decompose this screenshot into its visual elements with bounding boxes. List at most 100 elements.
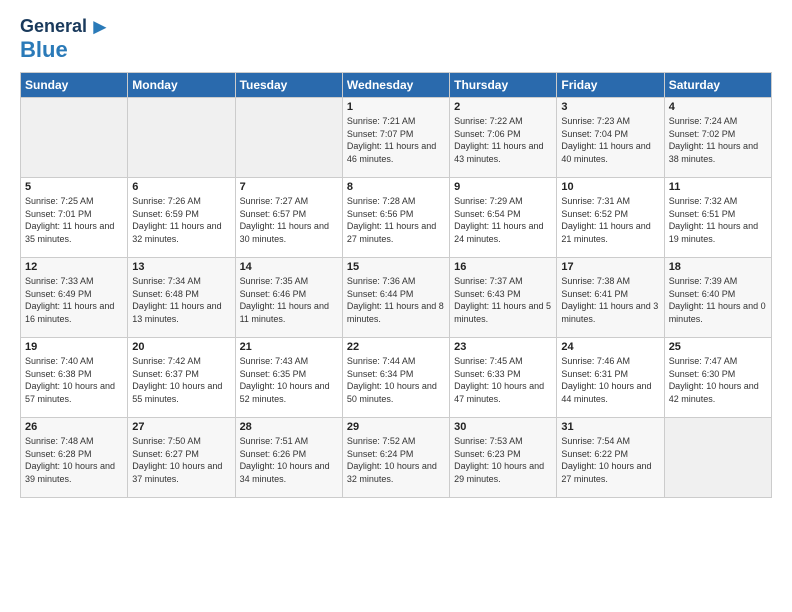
calendar-cell: 13 Sunrise: 7:34 AMSunset: 6:48 PMDayligh… <box>128 258 235 338</box>
logo-general: General <box>20 17 87 37</box>
day-info: Sunrise: 7:24 AMSunset: 7:02 PMDaylight:… <box>669 115 767 165</box>
logo-blue: Blue <box>20 38 68 62</box>
day-number: 24 <box>561 341 659 353</box>
day-info: Sunrise: 7:54 AMSunset: 6:22 PMDaylight:… <box>561 435 659 485</box>
day-info: Sunrise: 7:37 AMSunset: 6:43 PMDaylight:… <box>454 275 552 325</box>
weekday-header-wednesday: Wednesday <box>342 73 449 98</box>
day-number: 21 <box>240 341 338 353</box>
day-number: 31 <box>561 421 659 433</box>
day-info: Sunrise: 7:46 AMSunset: 6:31 PMDaylight:… <box>561 355 659 405</box>
day-number: 17 <box>561 261 659 273</box>
calendar-cell: 15 Sunrise: 7:36 AMSunset: 6:44 PMDayligh… <box>342 258 449 338</box>
day-number: 18 <box>669 261 767 273</box>
calendar-cell: 11 Sunrise: 7:32 AMSunset: 6:51 PMDayligh… <box>664 178 771 258</box>
header: General ► Blue <box>20 16 772 62</box>
calendar-week-row: 12 Sunrise: 7:33 AMSunset: 6:49 PMDayligh… <box>21 258 772 338</box>
day-number: 30 <box>454 421 552 433</box>
calendar-cell: 2Sunrise: 7:22 AMSunset: 7:06 PMDaylight… <box>450 98 557 178</box>
day-info: Sunrise: 7:25 AMSunset: 7:01 PMDaylight:… <box>25 195 123 245</box>
weekday-header-tuesday: Tuesday <box>235 73 342 98</box>
weekday-header-thursday: Thursday <box>450 73 557 98</box>
calendar-cell: 29 Sunrise: 7:52 AMSunset: 6:24 PMDayligh… <box>342 418 449 498</box>
day-info: Sunrise: 7:29 AMSunset: 6:54 PMDaylight:… <box>454 195 552 245</box>
day-number: 12 <box>25 261 123 273</box>
calendar-cell: 24 Sunrise: 7:46 AMSunset: 6:31 PMDayligh… <box>557 338 664 418</box>
day-number: 6 <box>132 181 230 193</box>
calendar-cell: 6 Sunrise: 7:26 AMSunset: 6:59 PMDaylight… <box>128 178 235 258</box>
day-number: 23 <box>454 341 552 353</box>
day-info: Sunrise: 7:51 AMSunset: 6:26 PMDaylight:… <box>240 435 338 485</box>
calendar-cell: 5 Sunrise: 7:25 AMSunset: 7:01 PMDaylight… <box>21 178 128 258</box>
calendar-cell: 3 Sunrise: 7:23 AMSunset: 7:04 PMDaylight… <box>557 98 664 178</box>
day-number: 8 <box>347 181 445 193</box>
day-info: Sunrise: 7:36 AMSunset: 6:44 PMDaylight:… <box>347 275 445 325</box>
calendar-cell: 28 Sunrise: 7:51 AMSunset: 6:26 PMDayligh… <box>235 418 342 498</box>
day-info: Sunrise: 7:27 AMSunset: 6:57 PMDaylight:… <box>240 195 338 245</box>
day-number: 10 <box>561 181 659 193</box>
day-number: 5 <box>25 181 123 193</box>
day-info: Sunrise: 7:38 AMSunset: 6:41 PMDaylight:… <box>561 275 659 325</box>
day-info: Sunrise: 7:45 AMSunset: 6:33 PMDaylight:… <box>454 355 552 405</box>
calendar-cell: 22Sunrise: 7:44 AMSunset: 6:34 PMDayligh… <box>342 338 449 418</box>
day-info: Sunrise: 7:42 AMSunset: 6:37 PMDaylight:… <box>132 355 230 405</box>
day-number: 14 <box>240 261 338 273</box>
calendar-cell: 16 Sunrise: 7:37 AMSunset: 6:43 PMDayligh… <box>450 258 557 338</box>
day-info: Sunrise: 7:28 AMSunset: 6:56 PMDaylight:… <box>347 195 445 245</box>
day-number: 13 <box>132 261 230 273</box>
calendar-cell: 25Sunrise: 7:47 AMSunset: 6:30 PMDayligh… <box>664 338 771 418</box>
calendar-week-row: 26Sunrise: 7:48 AMSunset: 6:28 PMDayligh… <box>21 418 772 498</box>
calendar-cell: 8 Sunrise: 7:28 AMSunset: 6:56 PMDaylight… <box>342 178 449 258</box>
day-info: Sunrise: 7:43 AMSunset: 6:35 PMDaylight:… <box>240 355 338 405</box>
day-number: 7 <box>240 181 338 193</box>
day-number: 15 <box>347 261 445 273</box>
day-number: 28 <box>240 421 338 433</box>
weekday-header-sunday: Sunday <box>21 73 128 98</box>
day-number: 1 <box>347 101 445 113</box>
day-info: Sunrise: 7:31 AMSunset: 6:52 PMDaylight:… <box>561 195 659 245</box>
day-number: 25 <box>669 341 767 353</box>
calendar-week-row: 1Sunrise: 7:21 AMSunset: 7:07 PMDaylight… <box>21 98 772 178</box>
calendar-cell: 21 Sunrise: 7:43 AMSunset: 6:35 PMDayligh… <box>235 338 342 418</box>
day-number: 19 <box>25 341 123 353</box>
calendar-cell: 27Sunrise: 7:50 AMSunset: 6:27 PMDayligh… <box>128 418 235 498</box>
day-info: Sunrise: 7:52 AMSunset: 6:24 PMDaylight:… <box>347 435 445 485</box>
day-info: Sunrise: 7:23 AMSunset: 7:04 PMDaylight:… <box>561 115 659 165</box>
day-info: Sunrise: 7:32 AMSunset: 6:51 PMDaylight:… <box>669 195 767 245</box>
day-number: 26 <box>25 421 123 433</box>
weekday-header-friday: Friday <box>557 73 664 98</box>
calendar-cell: 26Sunrise: 7:48 AMSunset: 6:28 PMDayligh… <box>21 418 128 498</box>
day-info: Sunrise: 7:35 AMSunset: 6:46 PMDaylight:… <box>240 275 338 325</box>
calendar-cell: 9Sunrise: 7:29 AMSunset: 6:54 PMDaylight… <box>450 178 557 258</box>
day-info: Sunrise: 7:33 AMSunset: 6:49 PMDaylight:… <box>25 275 123 325</box>
day-info: Sunrise: 7:53 AMSunset: 6:23 PMDaylight:… <box>454 435 552 485</box>
day-info: Sunrise: 7:40 AMSunset: 6:38 PMDaylight:… <box>25 355 123 405</box>
calendar-cell: 19 Sunrise: 7:40 AMSunset: 6:38 PMDayligh… <box>21 338 128 418</box>
day-info: Sunrise: 7:26 AMSunset: 6:59 PMDaylight:… <box>132 195 230 245</box>
day-number: 22 <box>347 341 445 353</box>
logo-arrow-icon: ► <box>89 16 111 38</box>
logo: General ► Blue <box>20 16 111 62</box>
calendar-cell: 4Sunrise: 7:24 AMSunset: 7:02 PMDaylight… <box>664 98 771 178</box>
day-number: 3 <box>561 101 659 113</box>
day-number: 29 <box>347 421 445 433</box>
calendar-cell: 14 Sunrise: 7:35 AMSunset: 6:46 PMDayligh… <box>235 258 342 338</box>
page-container: General ► Blue SundayMondayTuesdayWednes… <box>0 0 792 508</box>
day-info: Sunrise: 7:34 AMSunset: 6:48 PMDaylight:… <box>132 275 230 325</box>
day-number: 2 <box>454 101 552 113</box>
day-number: 16 <box>454 261 552 273</box>
calendar-cell: 17 Sunrise: 7:38 AMSunset: 6:41 PMDayligh… <box>557 258 664 338</box>
calendar-table: SundayMondayTuesdayWednesdayThursdayFrid… <box>20 72 772 498</box>
day-info: Sunrise: 7:39 AMSunset: 6:40 PMDaylight:… <box>669 275 767 325</box>
day-number: 20 <box>132 341 230 353</box>
calendar-cell: 10 Sunrise: 7:31 AMSunset: 6:52 PMDayligh… <box>557 178 664 258</box>
calendar-cell: 20 Sunrise: 7:42 AMSunset: 6:37 PMDayligh… <box>128 338 235 418</box>
calendar-cell <box>128 98 235 178</box>
calendar-cell: 7 Sunrise: 7:27 AMSunset: 6:57 PMDaylight… <box>235 178 342 258</box>
calendar-cell: 1Sunrise: 7:21 AMSunset: 7:07 PMDaylight… <box>342 98 449 178</box>
day-number: 11 <box>669 181 767 193</box>
calendar-cell: 31 Sunrise: 7:54 AMSunset: 6:22 PMDayligh… <box>557 418 664 498</box>
calendar-cell: 23 Sunrise: 7:45 AMSunset: 6:33 PMDayligh… <box>450 338 557 418</box>
calendar-cell: 30 Sunrise: 7:53 AMSunset: 6:23 PMDayligh… <box>450 418 557 498</box>
weekday-header-saturday: Saturday <box>664 73 771 98</box>
day-info: Sunrise: 7:50 AMSunset: 6:27 PMDaylight:… <box>132 435 230 485</box>
